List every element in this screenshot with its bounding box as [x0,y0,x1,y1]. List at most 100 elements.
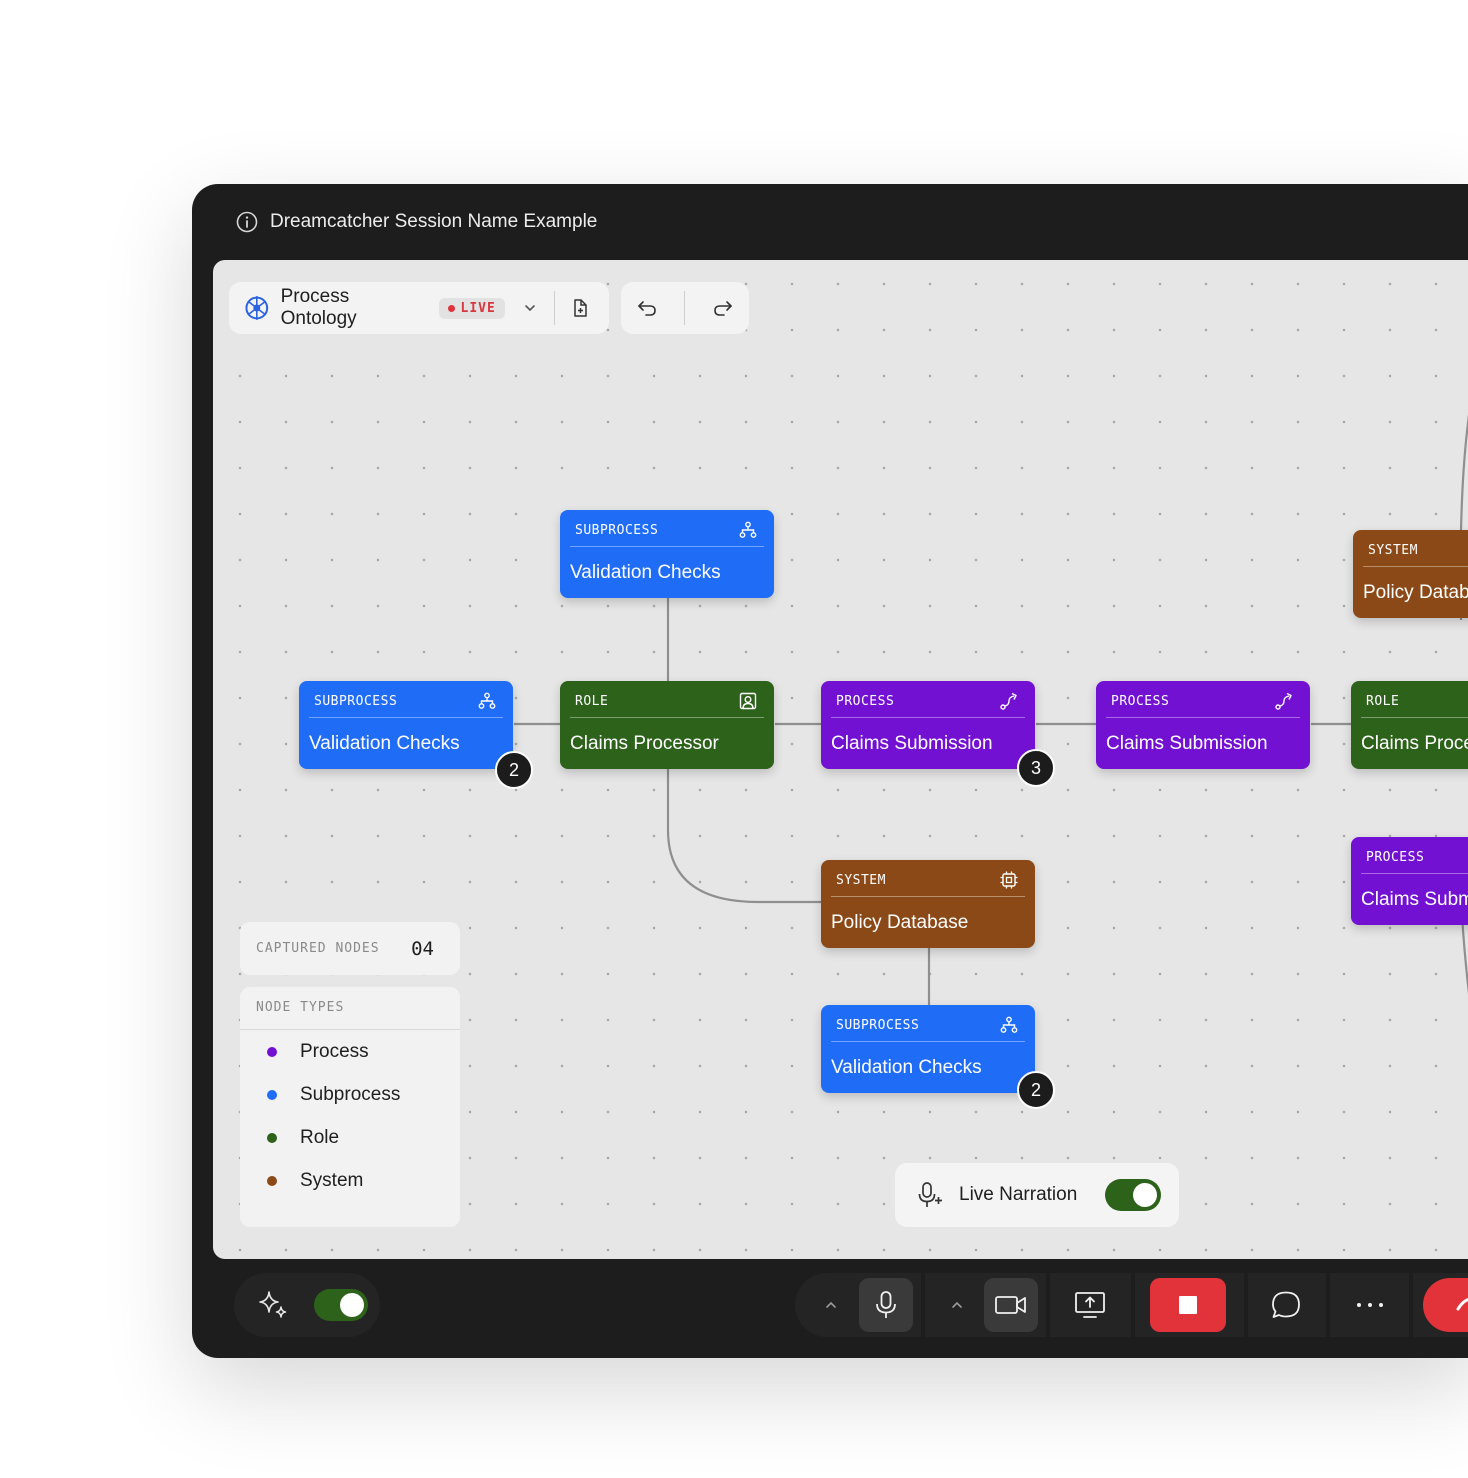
node-type-label: SYSTEM [836,873,886,888]
system-color-dot [267,1175,277,1186]
chat-button[interactable] [1259,1278,1313,1332]
legend-item-process[interactable]: Process [240,1030,460,1073]
screen-share-icon [1075,1292,1105,1318]
share-screen-button[interactable] [1063,1278,1117,1332]
phone-hangup-icon [1456,1298,1468,1311]
sparkles-icon[interactable] [256,1288,290,1322]
subprocess-color-dot [267,1089,277,1100]
route-icon [1000,692,1017,710]
node-system[interactable]: SYSTEM Policy Database [821,860,1035,948]
node-type-label: SYSTEM [1368,543,1418,558]
legend-item-label: Subprocess [300,1083,401,1105]
stop-recording-button[interactable] [1150,1278,1226,1332]
node-label: Claims Processor [570,733,719,754]
node-types-legend: NODE TYPES Process Subprocess Role Syste… [240,987,460,1227]
microphone-button[interactable] [859,1278,913,1332]
toggle-knob [340,1293,364,1317]
node-process[interactable]: PROCESS Claims Submission [1096,681,1310,769]
node-subprocess[interactable]: SUBPROCESS Validation Checks [821,1005,1035,1093]
node-divider [1361,873,1468,874]
control-divider [1244,1273,1248,1337]
live-narration-panel: Live Narration [895,1163,1179,1227]
control-divider [921,1273,925,1337]
stop-icon [1179,1296,1197,1314]
node-type-label: PROCESS [836,694,895,709]
node-label: Policy Datab [1363,582,1468,603]
info-icon[interactable] [236,211,258,233]
live-narration-label: Live Narration [959,1184,1078,1205]
node-system[interactable]: SYSTEM Policy Datab [1353,530,1468,618]
node-divider [831,717,1025,718]
node-type-label: ROLE [1366,694,1400,709]
project-name[interactable]: Process Ontology [281,286,429,330]
node-divider [831,1041,1025,1042]
new-document-button[interactable] [565,293,595,323]
undo-button[interactable] [632,293,662,323]
more-options-button[interactable] [1343,1278,1397,1332]
process-color-dot [267,1046,277,1057]
voice-mic-icon [918,1182,942,1207]
node-divider [570,546,764,547]
live-label: LIVE [460,300,496,316]
legend-title: NODE TYPES [240,987,460,1030]
redo-icon [714,301,732,316]
captured-nodes-panel: CAPTURED NODES 04 [240,922,460,975]
microphone-icon [876,1291,896,1318]
node-subprocess[interactable]: SUBPROCESS Validation Checks [560,510,774,598]
node-process[interactable]: PROCESS Claims Submission [821,681,1035,769]
node-divider [1363,566,1468,567]
node-label: Validation Checks [831,1057,982,1078]
cpu-chip-icon [1000,871,1018,889]
node-role[interactable]: ROLE Claims Proce [1351,681,1468,769]
ai-assist-toggle[interactable] [314,1289,368,1321]
history-toolbar [621,282,749,334]
live-narration-toggle[interactable] [1105,1179,1161,1211]
end-call-button[interactable] [1423,1278,1468,1332]
live-badge: LIVE [438,297,505,319]
file-plus-icon [574,299,587,317]
toolbar-divider [684,291,686,325]
node-divider [570,717,764,718]
camera-options-button[interactable] [947,1278,967,1332]
dreamcatcher-logo-icon [245,296,269,320]
node-label: Claims Subm [1361,889,1468,910]
chevron-up-icon [826,1301,836,1308]
hierarchy-icon [478,692,496,709]
node-type-label: PROCESS [1366,850,1425,865]
hierarchy-icon [1000,1016,1018,1033]
ontology-canvas[interactable]: Process Ontology LIVE SUBPROCESS Validat… [213,260,1468,1259]
project-toolbar: Process Ontology LIVE [229,282,609,334]
node-process[interactable]: PROCESS Claims Subm [1351,837,1468,925]
video-camera-icon [995,1296,1026,1314]
legend-item-system[interactable]: System [240,1159,460,1202]
legend-item-label: Process [300,1040,369,1062]
node-divider [1106,717,1300,718]
node-count-badge[interactable]: 3 [1017,749,1055,787]
node-divider [309,717,503,718]
node-subprocess[interactable]: SUBPROCESS Validation Checks [299,681,513,769]
legend-item-role[interactable]: Role [240,1116,460,1159]
control-divider [1409,1273,1413,1337]
legend-item-subprocess[interactable]: Subprocess [240,1073,460,1116]
node-divider [831,896,1025,897]
user-badge-icon [739,692,757,710]
camera-button[interactable] [984,1278,1038,1332]
titlebar: Dreamcatcher Session Name Example [236,210,597,234]
node-label: Policy Database [831,912,969,933]
control-divider [1131,1273,1135,1337]
toggle-knob [1133,1183,1157,1207]
node-count-badge[interactable]: 2 [1017,1071,1055,1109]
mic-options-button[interactable] [821,1278,841,1332]
project-dropdown-button[interactable] [515,293,545,323]
more-horizontal-icon [1357,1303,1383,1307]
session-title: Dreamcatcher Session Name Example [270,211,598,232]
node-label: Validation Checks [309,733,460,754]
route-icon [1275,692,1292,710]
captured-nodes-count: 04 [411,937,434,960]
redo-button[interactable] [708,293,738,323]
node-count-badge[interactable]: 2 [495,751,533,789]
node-type-label: ROLE [575,694,609,709]
chat-bubble-icon [1272,1291,1300,1318]
node-role[interactable]: ROLE Claims Processor [560,681,774,769]
live-dot-icon [447,304,455,312]
